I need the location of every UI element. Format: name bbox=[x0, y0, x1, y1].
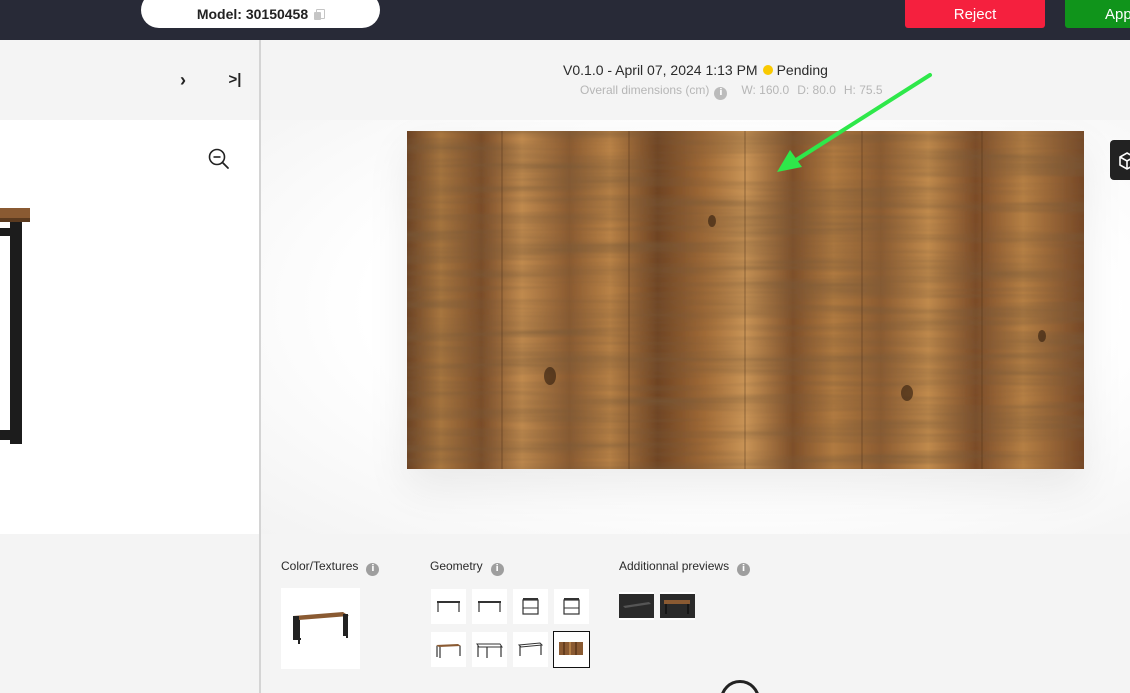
variants-bar: Color/Textures i Geometry i Additionnal pr… bbox=[261, 534, 1130, 693]
geometry-thumb-persp-3[interactable] bbox=[513, 632, 548, 667]
desk-thumbnail bbox=[293, 612, 349, 644]
reference-panel: › >| bbox=[0, 40, 259, 693]
geometry-thumb-left[interactable] bbox=[513, 589, 548, 624]
info-icon[interactable]: i bbox=[737, 563, 751, 576]
dimension-width: W: 160.0 bbox=[741, 83, 790, 97]
model-viewer[interactable] bbox=[261, 120, 1130, 534]
info-icon[interactable]: i bbox=[366, 563, 380, 576]
additional-preview-2[interactable] bbox=[660, 592, 695, 620]
chevron-right-icon[interactable]: › bbox=[174, 69, 192, 91]
dimension-depth: D: 80.0 bbox=[797, 83, 836, 97]
geometry-thumb-texture[interactable] bbox=[553, 631, 590, 668]
geometry-title: Geometry i bbox=[430, 559, 504, 576]
skip-to-end-icon[interactable]: >| bbox=[224, 69, 246, 91]
geometry-thumb-persp-2[interactable] bbox=[472, 632, 507, 667]
model-id-pill: Model: 30150458 bbox=[141, 0, 380, 28]
reference-image-view bbox=[0, 120, 259, 534]
dimension-height: H: 75.5 bbox=[843, 83, 883, 97]
additional-previews-label: Additionnal previews bbox=[619, 559, 730, 573]
top-bar: Model: 30150458 Reject App bbox=[0, 0, 1130, 40]
color-textures-title: Color/Textures i bbox=[281, 559, 380, 576]
geometry-thumb-back[interactable] bbox=[472, 589, 507, 624]
wood-texture-preview bbox=[407, 131, 1084, 469]
reject-button[interactable]: Reject bbox=[905, 0, 1045, 28]
reference-desk-image bbox=[0, 208, 30, 444]
cube-icon bbox=[1119, 152, 1130, 170]
copy-icon[interactable] bbox=[314, 8, 326, 20]
version-line: V0.1.0 - April 07, 2024 1:13 PM Pending bbox=[261, 62, 1130, 78]
status-badge: Pending bbox=[776, 62, 828, 78]
color-texture-thumb[interactable] bbox=[281, 588, 360, 669]
3d-view-button[interactable] bbox=[1110, 140, 1130, 180]
info-icon[interactable]: i bbox=[714, 87, 728, 100]
additional-previews-title: Additionnal previews i bbox=[619, 559, 751, 576]
geometry-thumb-right[interactable] bbox=[554, 589, 589, 624]
reference-footer bbox=[0, 534, 259, 693]
status-dot bbox=[762, 65, 773, 75]
model-header: V0.1.0 - April 07, 2024 1:13 PM Pending O… bbox=[261, 40, 1130, 120]
feedback-button[interactable] bbox=[720, 680, 760, 693]
model-id-label: Model: 30150458 bbox=[196, 6, 309, 22]
color-textures-label: Color/Textures bbox=[281, 559, 359, 573]
geometry-thumb-persp-1[interactable] bbox=[431, 632, 466, 667]
additional-preview-1[interactable] bbox=[619, 592, 654, 620]
dimensions-line: Overall dimensions (cm) i W: 160.0 D: 80.0 H… bbox=[580, 83, 891, 100]
info-icon[interactable]: i bbox=[490, 563, 504, 576]
dimensions-label: Overall dimensions (cm) bbox=[580, 83, 710, 97]
version-text: V0.1.0 - April 07, 2024 1:13 PM bbox=[563, 62, 758, 78]
zoom-out-icon[interactable] bbox=[208, 148, 230, 170]
approve-button[interactable]: App bbox=[1065, 0, 1130, 28]
geometry-thumb-front[interactable] bbox=[431, 589, 466, 624]
geometry-label: Geometry bbox=[430, 559, 483, 573]
reference-header: › >| bbox=[0, 40, 259, 120]
